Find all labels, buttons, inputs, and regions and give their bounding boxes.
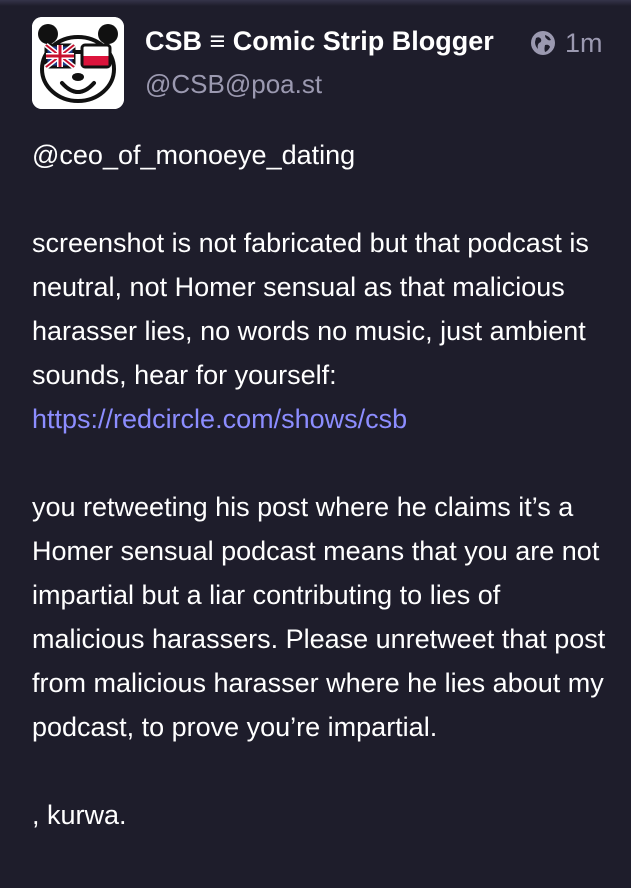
avatar[interactable] [32, 17, 124, 109]
globe-icon [531, 31, 555, 55]
mention-link[interactable]: @ceo_of_monoeye_dating [32, 140, 355, 170]
content-paragraph-1: screenshot is not fabricated but that po… [32, 221, 617, 441]
content-paragraph-2: you retweeting his post where he claims … [32, 492, 606, 742]
author-display-name[interactable]: CSB ≡ Comic Strip Blogger [145, 24, 515, 58]
author-handle[interactable]: @CSB@poa.st [145, 68, 322, 100]
content-paragraph-3: , kurwa. [32, 800, 127, 830]
status-post[interactable]: CSB ≡ Comic Strip Blogger @CSB@poa.st 1m… [0, 0, 631, 888]
podcast-link[interactable]: https://redcircle.com/shows/csb [32, 404, 407, 434]
post-timestamp[interactable]: 1m [565, 26, 603, 60]
mention-paragraph: @ceo_of_monoeye_dating [32, 133, 617, 177]
post-content: @ceo_of_monoeye_dating screenshot is not… [32, 133, 617, 881]
paragraph-1-text: screenshot is not fabricated but that po… [32, 228, 589, 390]
panda-sunglasses-avatar-icon [32, 17, 124, 109]
